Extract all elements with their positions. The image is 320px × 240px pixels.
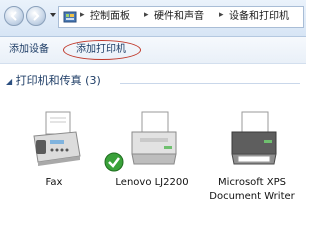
breadcrumb[interactable]: ▸ 控制面板 ▸ 硬件和声音 ▸ 设备和打印机 bbox=[58, 6, 304, 28]
breadcrumb-separator: ▸ bbox=[80, 10, 85, 20]
highlight-circle bbox=[63, 40, 141, 60]
control-panel-icon bbox=[63, 11, 77, 23]
group-header[interactable]: ◢ 打印机和传真 (3) bbox=[6, 73, 101, 89]
group-title: 打印机和传真 (3) bbox=[15, 74, 101, 87]
device-microsoft-xps-document-writer[interactable]: Microsoft XPS Document Writer bbox=[204, 110, 300, 222]
back-arrow-icon bbox=[10, 11, 17, 21]
breadcrumb-item-hardware-sound[interactable]: 硬件和声音 bbox=[154, 9, 204, 25]
xps-printer-icon bbox=[231, 111, 277, 165]
device-label: Fax bbox=[45, 177, 63, 188]
command-bar: 添加设备 添加打印机 bbox=[0, 37, 306, 64]
breadcrumb-item-control-panel[interactable]: 控制面板 bbox=[90, 9, 130, 25]
group-divider bbox=[120, 83, 300, 84]
default-check-icon bbox=[104, 152, 124, 172]
breadcrumb-separator: ▸ bbox=[219, 10, 224, 20]
device-lenovo-lj2200[interactable]: Lenovo LJ2200 bbox=[104, 110, 200, 222]
collapse-arrow-icon: ◢ bbox=[6, 77, 13, 86]
device-label: Microsoft XPS Document Writer bbox=[209, 177, 295, 202]
chevron-down-icon[interactable] bbox=[49, 11, 57, 19]
address-bar: ▸ 控制面板 ▸ 硬件和声音 ▸ 设备和打印机 bbox=[0, 0, 306, 37]
forward-button[interactable] bbox=[26, 6, 46, 26]
breadcrumb-separator: ▸ bbox=[144, 10, 149, 20]
add-device-button[interactable]: 添加设备 bbox=[9, 42, 49, 58]
back-button[interactable] bbox=[4, 6, 24, 26]
breadcrumb-item-devices-printers[interactable]: 设备和打印机 bbox=[229, 9, 289, 25]
forward-arrow-icon bbox=[33, 11, 40, 21]
fax-icon bbox=[33, 111, 81, 166]
device-label: Lenovo LJ2200 bbox=[115, 177, 189, 188]
device-fax[interactable]: Fax bbox=[6, 110, 102, 222]
printer-icon bbox=[131, 111, 177, 165]
